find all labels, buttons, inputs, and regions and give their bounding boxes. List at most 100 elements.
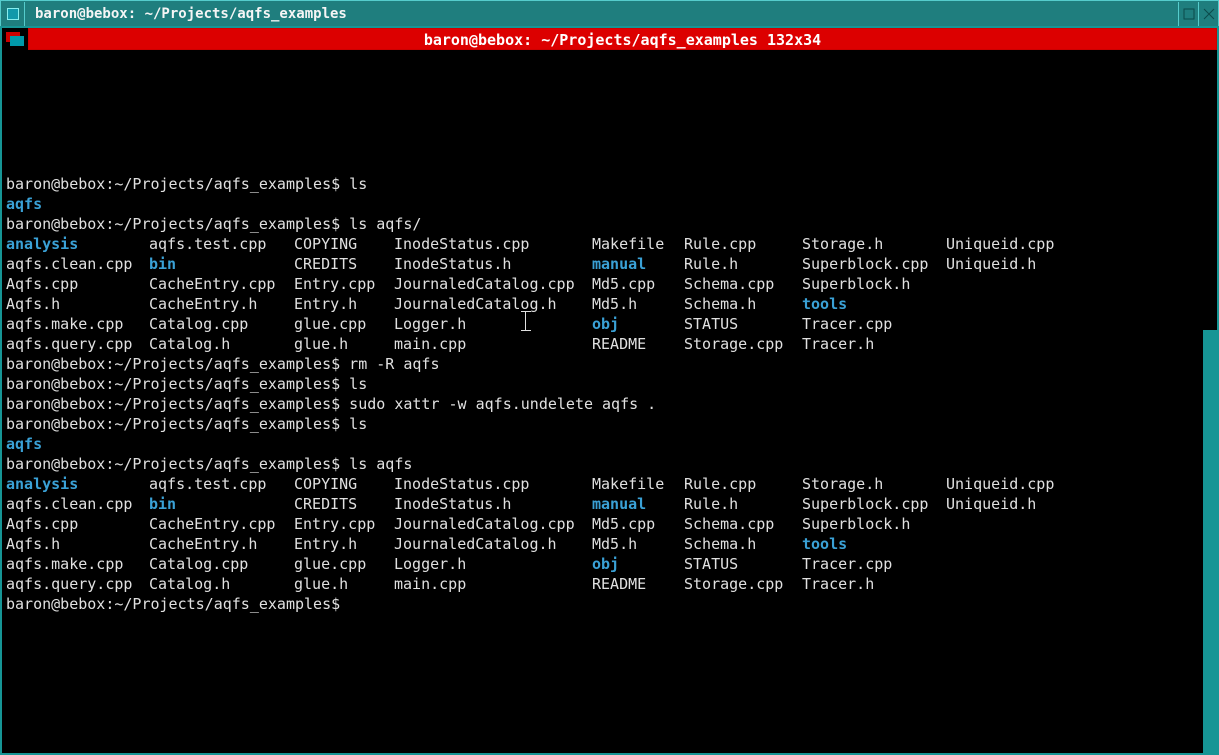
window-title: baron@bebox: ~/Projects/aqfs_examples xyxy=(25,6,1178,22)
listing-row: aqfs.query.cppCatalog.hglue.hmain.cppREA… xyxy=(6,574,1213,594)
listing-row: aqfs.query.cppCatalog.hglue.hmain.cppREA… xyxy=(6,334,1213,354)
file-entry: JournaledCatalog.h xyxy=(394,534,592,554)
terminal-frame: baron@bebox: ~/Projects/aqfs_examples 13… xyxy=(0,26,1219,755)
titlebar-buttons xyxy=(1178,2,1218,26)
listing-row: Aqfs.cppCacheEntry.cppEntry.cppJournaled… xyxy=(6,514,1213,534)
file-entry: manual xyxy=(592,254,684,274)
file-entry: tools xyxy=(802,294,946,314)
file-entry: JournaledCatalog.cpp xyxy=(394,514,592,534)
file-entry xyxy=(946,554,1046,574)
file-entry: JournaledCatalog.cpp xyxy=(394,274,592,294)
file-entry: Aqfs.h xyxy=(6,534,149,554)
file-entry: Schema.cpp xyxy=(684,274,802,294)
file-entry: JournaledCatalog.h xyxy=(394,294,592,314)
prompt-line: baron@bebox:~/Projects/aqfs_examples$ ls… xyxy=(6,454,1213,474)
file-entry: analysis xyxy=(6,474,149,494)
file-entry: STATUS xyxy=(684,314,802,334)
file-entry xyxy=(946,574,1046,594)
file-entry: Superblock.cpp xyxy=(802,494,946,514)
file-entry: Logger.h xyxy=(394,554,592,574)
ls-output: aqfs xyxy=(6,194,1213,214)
file-entry: tools xyxy=(802,534,946,554)
file-entry: Superblock.h xyxy=(802,274,946,294)
file-entry: Schema.cpp xyxy=(684,514,802,534)
file-entry: bin xyxy=(149,494,294,514)
file-entry: InodeStatus.h xyxy=(394,494,592,514)
file-entry: Superblock.h xyxy=(802,514,946,534)
file-entry: Uniqueid.cpp xyxy=(946,474,1046,494)
terminal-body[interactable]: baron@bebox:~/Projects/aqfs_examples$ ls… xyxy=(2,50,1217,753)
maximize-button[interactable] xyxy=(1178,2,1198,26)
file-entry: Tracer.cpp xyxy=(802,314,946,334)
file-entry: Storage.cpp xyxy=(684,574,802,594)
file-entry: README xyxy=(592,574,684,594)
file-entry: aqfs.test.cpp xyxy=(149,474,294,494)
listing-row: aqfs.make.cppCatalog.cppglue.cppLogger.h… xyxy=(6,314,1213,334)
file-entry: InodeStatus.h xyxy=(394,254,592,274)
file-entry: Md5.h xyxy=(592,294,684,314)
listing-row: aqfs.clean.cppbinCREDITSInodeStatus.hman… xyxy=(6,254,1213,274)
file-entry: CacheEntry.cpp xyxy=(149,274,294,294)
file-entry: aqfs.test.cpp xyxy=(149,234,294,254)
prompt-line: baron@bebox:~/Projects/aqfs_examples$ ls… xyxy=(6,214,1213,234)
file-entry: Catalog.cpp xyxy=(149,314,294,334)
listing-row: Aqfs.hCacheEntry.hEntry.hJournaledCatalo… xyxy=(6,294,1213,314)
file-entry: CacheEntry.h xyxy=(149,294,294,314)
file-entry: aqfs.clean.cpp xyxy=(6,254,149,274)
text-cursor-icon xyxy=(525,312,527,330)
app-icon[interactable] xyxy=(2,28,28,50)
file-entry: Entry.cpp xyxy=(294,514,394,534)
prompt-line: baron@bebox:~/Projects/aqfs_examples$ xyxy=(6,594,1213,614)
file-entry: Rule.h xyxy=(684,494,802,514)
file-entry: Tracer.cpp xyxy=(802,554,946,574)
file-entry: Aqfs.h xyxy=(6,294,149,314)
file-entry: glue.cpp xyxy=(294,554,394,574)
file-entry: aqfs.clean.cpp xyxy=(6,494,149,514)
file-entry: aqfs.query.cpp xyxy=(6,334,149,354)
file-entry xyxy=(946,274,1046,294)
file-entry: Tracer.h xyxy=(802,334,946,354)
titlebar[interactable]: baron@bebox: ~/Projects/aqfs_examples xyxy=(0,0,1219,26)
listing-row: aqfs.make.cppCatalog.cppglue.cppLogger.h… xyxy=(6,554,1213,574)
file-entry: Md5.cpp xyxy=(592,514,684,534)
prompt-line: baron@bebox:~/Projects/aqfs_examples$ ls xyxy=(6,174,1213,194)
file-entry: Storage.h xyxy=(802,474,946,494)
file-entry: analysis xyxy=(6,234,149,254)
file-entry: glue.cpp xyxy=(294,314,394,334)
file-entry: obj xyxy=(592,554,684,574)
file-entry: Entry.h xyxy=(294,534,394,554)
file-entry: Catalog.h xyxy=(149,334,294,354)
file-entry: Aqfs.cpp xyxy=(6,274,149,294)
file-entry xyxy=(946,534,1046,554)
size-badge: baron@bebox: ~/Projects/aqfs_examples 13… xyxy=(28,28,1217,50)
file-entry: README xyxy=(592,334,684,354)
file-entry: InodeStatus.cpp xyxy=(394,234,592,254)
file-entry: manual xyxy=(592,494,684,514)
file-entry: Storage.h xyxy=(802,234,946,254)
file-entry: Catalog.cpp xyxy=(149,554,294,574)
file-entry xyxy=(946,334,1046,354)
listing-row: analysisaqfs.test.cppCOPYINGInodeStatus.… xyxy=(6,234,1213,254)
file-entry: Uniqueid.cpp xyxy=(946,234,1046,254)
scrollbar[interactable] xyxy=(1203,50,1217,753)
file-entry: Rule.cpp xyxy=(684,474,802,494)
prompt-line: baron@bebox:~/Projects/aqfs_examples$ ls xyxy=(6,414,1213,434)
file-entry: InodeStatus.cpp xyxy=(394,474,592,494)
file-entry: Logger.h xyxy=(394,314,592,334)
file-entry: glue.h xyxy=(294,574,394,594)
close-button[interactable] xyxy=(1198,2,1218,26)
scrollbar-thumb[interactable] xyxy=(1203,330,1217,753)
prompt-line: baron@bebox:~/Projects/aqfs_examples$ su… xyxy=(6,394,1213,414)
file-entry xyxy=(946,314,1046,334)
file-entry: Catalog.h xyxy=(149,574,294,594)
file-entry: main.cpp xyxy=(394,334,592,354)
file-entry: CREDITS xyxy=(294,494,394,514)
file-entry: CREDITS xyxy=(294,254,394,274)
file-entry xyxy=(946,514,1046,534)
file-entry: Rule.cpp xyxy=(684,234,802,254)
file-entry: glue.h xyxy=(294,334,394,354)
prompt-line: baron@bebox:~/Projects/aqfs_examples$ rm… xyxy=(6,354,1213,374)
file-entry: CacheEntry.h xyxy=(149,534,294,554)
system-menu-icon[interactable] xyxy=(1,2,25,26)
file-entry: bin xyxy=(149,254,294,274)
